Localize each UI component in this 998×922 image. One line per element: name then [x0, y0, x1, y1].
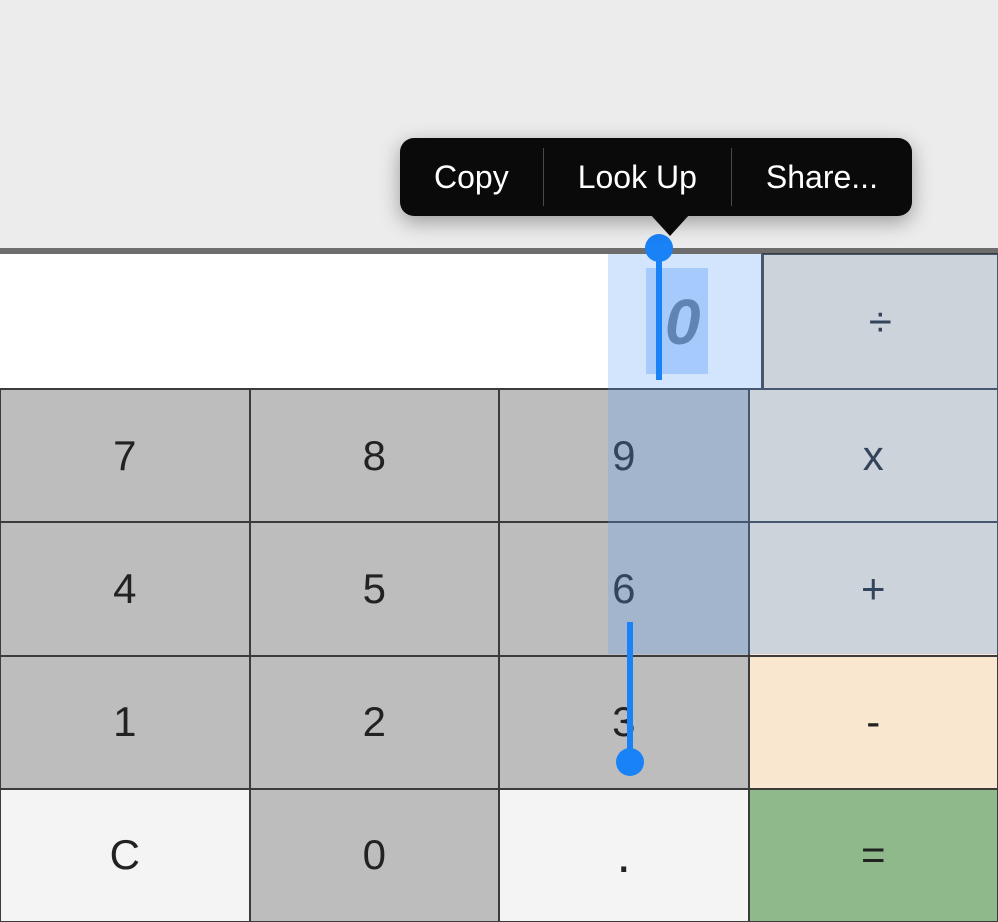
context-lookup[interactable]: Look Up	[544, 138, 731, 216]
plus-button[interactable]: +	[748, 521, 998, 656]
equals-button[interactable]: =	[748, 788, 998, 922]
key-7[interactable]: 7	[0, 388, 251, 523]
multiply-button[interactable]: x	[748, 388, 998, 523]
key-3-label: 3	[612, 698, 635, 746]
key-3[interactable]: 3	[498, 655, 750, 790]
key-1-label: 1	[113, 698, 136, 746]
clear-label: C	[110, 831, 140, 879]
context-copy[interactable]: Copy	[400, 138, 543, 216]
key-1[interactable]: 1	[0, 655, 251, 790]
key-8[interactable]: 8	[249, 388, 501, 523]
key-2-label: 2	[363, 698, 386, 746]
key-7-label: 7	[113, 432, 136, 480]
context-lookup-label: Look Up	[578, 159, 697, 196]
minus-button[interactable]: -	[748, 655, 998, 790]
decimal-label: .	[617, 825, 631, 885]
context-menu: Copy Look Up Share...	[400, 138, 912, 216]
clear-button[interactable]: C	[0, 788, 251, 922]
multiply-label: x	[863, 432, 884, 480]
context-copy-label: Copy	[434, 159, 509, 196]
key-5[interactable]: 5	[249, 521, 501, 656]
plus-label: +	[861, 565, 886, 613]
keypad: 7 8 9 x 4 5 6 + 1 2 3 - C 0 . =	[0, 389, 998, 922]
display-cell[interactable]: 0	[0, 254, 763, 389]
key-4[interactable]: 4	[0, 521, 251, 656]
display-value: 0	[665, 285, 701, 359]
decimal-button[interactable]: .	[498, 788, 750, 922]
display-row: 0 ÷	[0, 254, 998, 389]
key-9[interactable]: 9	[498, 388, 750, 523]
equals-label: =	[861, 831, 886, 879]
key-6[interactable]: 6	[498, 521, 750, 656]
context-share[interactable]: Share...	[732, 138, 912, 216]
key-9-label: 9	[612, 432, 635, 480]
key-5-label: 5	[363, 565, 386, 613]
minus-label: -	[866, 698, 880, 746]
divide-label: ÷	[869, 298, 892, 346]
context-share-label: Share...	[766, 159, 878, 196]
key-2[interactable]: 2	[249, 655, 501, 790]
divide-button[interactable]: ÷	[762, 253, 998, 390]
key-6-label: 6	[612, 565, 635, 613]
key-0[interactable]: 0	[249, 788, 501, 922]
context-menu-arrow-icon	[650, 214, 690, 236]
key-4-label: 4	[113, 565, 136, 613]
key-0-label: 0	[363, 831, 386, 879]
key-8-label: 8	[363, 432, 386, 480]
